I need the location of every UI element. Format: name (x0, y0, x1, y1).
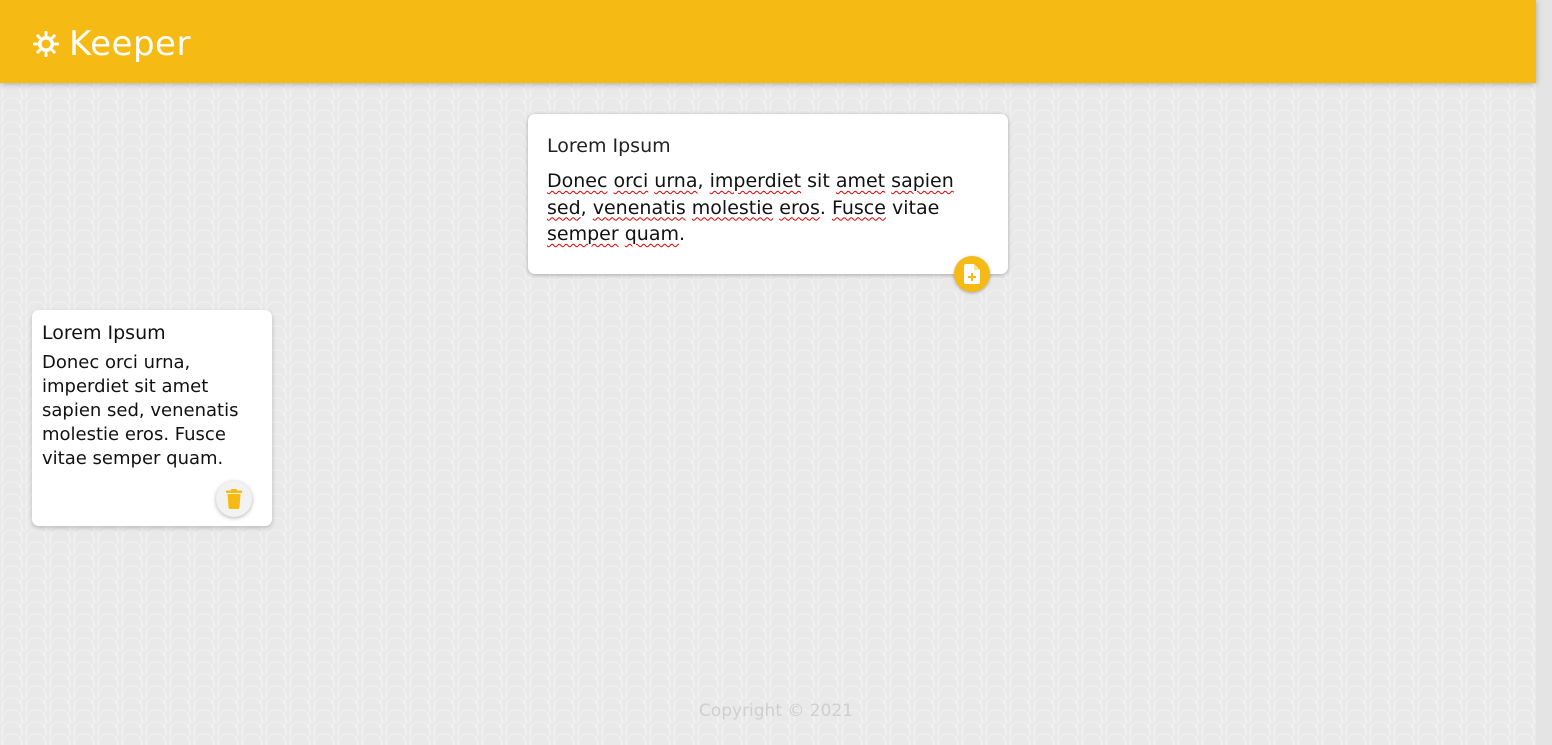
app-header: Keeper (0, 0, 1536, 83)
content-word: venenatis (592, 196, 686, 219)
page-scrollbar-track[interactable] (1536, 0, 1552, 745)
content-word: sed (547, 196, 581, 219)
content-word: urna (654, 170, 698, 192)
copyright-text: Copyright © 2021 (698, 701, 854, 721)
content-word: Donec (547, 170, 608, 192)
content-word: sapien (891, 170, 954, 192)
content-word: imperdiet (709, 170, 802, 192)
content-word: quam (624, 223, 679, 245)
note-content: Donec orci urna, imperdiet sit amet sapi… (42, 352, 239, 469)
note-card: Lorem Ipsum Donec orci urna, imperdiet s… (32, 310, 272, 526)
content-word: sit (807, 170, 830, 192)
trash-icon (226, 489, 242, 509)
note-title: Lorem Ipsum (42, 322, 166, 344)
content-word: amet (835, 170, 886, 192)
content-word: semper (547, 223, 619, 245)
note-title-input[interactable]: Lorem Ipsum (547, 134, 671, 158)
note-content-textarea[interactable]: Donec orci urna, imperdiet sit amet sapi… (547, 168, 967, 248)
footer: Copyright © 2021 (0, 700, 1552, 722)
create-note-form: Lorem Ipsum Donec orci urna, imperdiet s… (528, 114, 1008, 274)
lightbulb-icon (33, 31, 59, 57)
delete-note-button[interactable] (216, 481, 252, 517)
content-word: eros (779, 196, 820, 219)
content-word: molestie (691, 196, 774, 219)
content-word: Fusce (831, 196, 886, 219)
brand: Keeper (33, 26, 191, 62)
content-word: vitae (891, 196, 940, 219)
content-word: orci (613, 170, 649, 192)
app-title: Keeper (69, 24, 191, 64)
add-note-icon (964, 264, 980, 284)
add-note-button[interactable] (954, 256, 990, 292)
